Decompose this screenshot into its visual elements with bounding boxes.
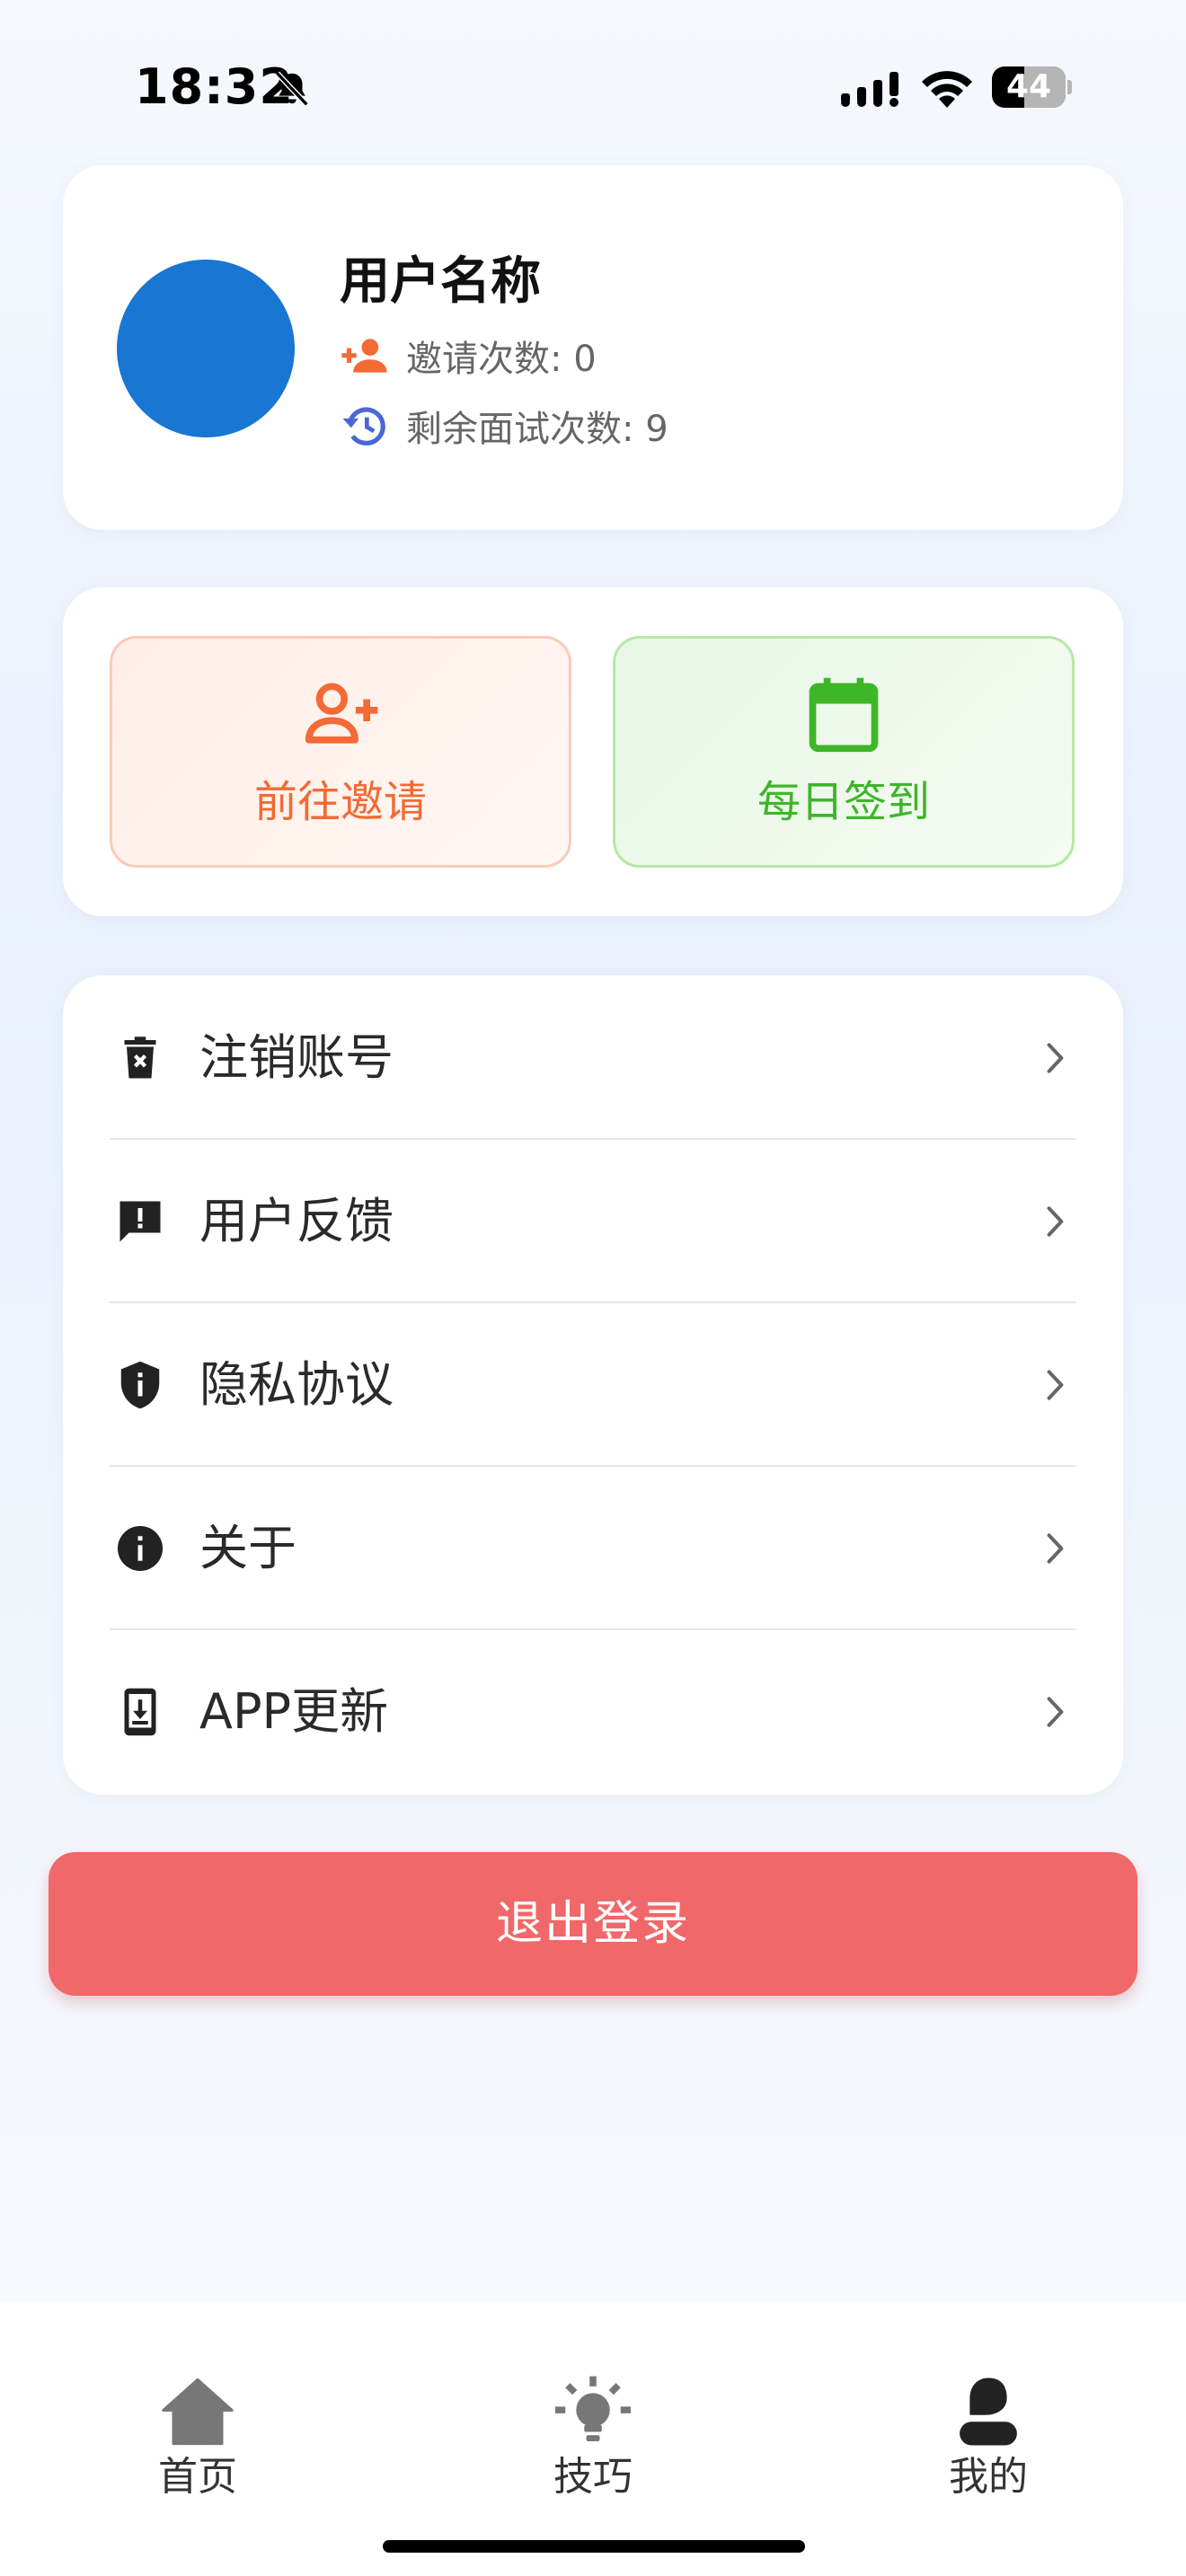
go-invite-button[interactable]: 前往邀请 (110, 636, 571, 868)
invite-count-row: 邀请次数: 0 (340, 329, 597, 383)
menu-item-app-update[interactable]: APP更新 (63, 1629, 1123, 1793)
chevron-right-icon (1047, 1370, 1064, 1400)
chevron-right-icon (1047, 1206, 1064, 1237)
cellular-signal-icon (841, 72, 898, 107)
menu-item-label: 隐私协议 (199, 1356, 394, 1413)
go-invite-label: 前往邀请 (253, 777, 427, 827)
info-icon (118, 1526, 163, 1571)
bell-muted-icon (275, 71, 309, 107)
bottom-navigation: 首页 技巧 我的 (0, 2301, 1186, 2576)
quick-actions-card: 前往邀请 每日签到 (63, 587, 1123, 916)
nav-tab-label: 技巧 (553, 2454, 633, 2500)
settings-menu: 注销账号 用户反馈 隐私协议 关于 APP更新 (63, 975, 1123, 1795)
daily-checkin-label: 每日签到 (757, 777, 930, 827)
logout-button[interactable]: 退出登录 (49, 1852, 1137, 1996)
person-add-outline-icon (305, 683, 378, 744)
menu-item-label: 注销账号 (199, 1029, 394, 1086)
battery-level: 44 (1005, 68, 1052, 105)
privacy-shield-icon (120, 1361, 160, 1409)
home-indicator (383, 2540, 805, 2553)
calendar-icon (809, 677, 879, 753)
nav-tab-label: 我的 (949, 2454, 1028, 2500)
avatar[interactable] (117, 260, 295, 437)
app-update-icon (124, 1688, 156, 1736)
menu-item-privacy-policy[interactable]: 隐私协议 (63, 1302, 1123, 1466)
menu-item-label: 用户反馈 (199, 1193, 394, 1249)
lightbulb-icon (555, 2376, 631, 2441)
invite-count-text: 邀请次数: 0 (406, 339, 597, 380)
remaining-interviews-text: 剩余面试次数: 9 (406, 409, 668, 450)
delete-account-icon (124, 1037, 156, 1079)
menu-item-feedback[interactable]: 用户反馈 (63, 1139, 1123, 1302)
status-bar: 18:32 44 (0, 0, 1186, 171)
nav-tab-tips[interactable]: 技巧 (485, 2337, 701, 2500)
remaining-interviews-row: 剩余面试次数: 9 (340, 399, 668, 453)
nav-tab-home[interactable]: 首页 (90, 2337, 305, 2500)
chevron-right-icon (1047, 1697, 1064, 1727)
menu-item-label: APP更新 (199, 1683, 389, 1740)
person-icon (960, 2378, 1017, 2446)
status-time: 18:32 (135, 58, 294, 115)
wifi-icon (922, 71, 972, 108)
nav-tab-label: 首页 (158, 2454, 237, 2500)
menu-item-about[interactable]: 关于 (63, 1466, 1123, 1629)
user-name: 用户名称 (340, 252, 541, 311)
daily-checkin-button[interactable]: 每日签到 (613, 636, 1075, 868)
person-add-icon (341, 339, 387, 373)
menu-item-delete-account[interactable]: 注销账号 (63, 975, 1123, 1139)
chevron-right-icon (1047, 1533, 1064, 1564)
history-icon (342, 407, 385, 446)
feedback-icon (119, 1201, 161, 1242)
menu-item-label: 关于 (199, 1520, 296, 1576)
battery-indicator: 44 (992, 66, 1072, 108)
nav-tab-mine[interactable]: 我的 (881, 2337, 1096, 2500)
chevron-right-icon (1047, 1043, 1064, 1073)
home-icon (162, 2378, 234, 2446)
